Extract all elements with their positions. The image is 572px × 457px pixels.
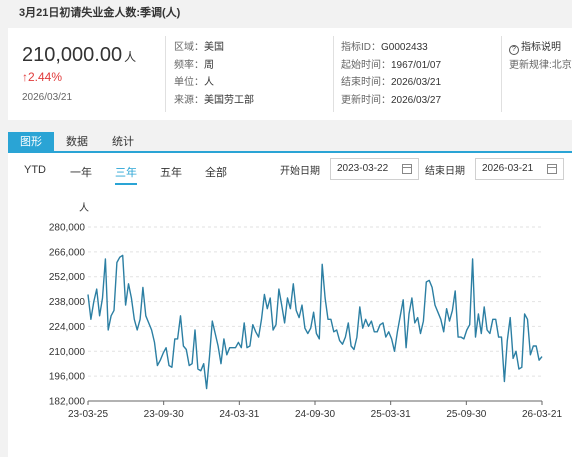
divider [333,36,334,112]
help-link[interactable]: ? 指标说明 [509,39,572,57]
meta-indicator-id: 指标ID：G0002433 [341,42,428,53]
x-tick-label: 23-09-30 [144,409,184,420]
x-tick-label: 23-03-25 [68,409,108,420]
y-tick-label: 252,000 [49,272,86,283]
x-tick-label: 25-03-31 [371,409,411,420]
summary-card: 210,000.00 人 ↑2.44% 2026/03/21 区域：美国 频率：周… [8,28,572,120]
meta-left: 区域：美国 频率：周 单位：人 来源：美国劳工部 [174,39,254,109]
meta-start-time: 起始时间：1967/01/07 [341,59,442,71]
question-icon: ? [509,45,519,55]
y-tick-label: 280,000 [49,223,86,234]
y-tick-label: 196,000 [49,372,86,383]
y-axis-unit-label: 人 [79,202,89,214]
latest-date: 2026/03/21 [22,92,73,103]
x-tick-label: 26-03-21 [522,409,562,420]
x-tick-label: 24-09-30 [295,409,335,420]
x-tick-label: 25-09-30 [446,409,486,420]
meta-region: 区域：美国 [174,42,224,53]
meta-help: ? 指标说明 更新规律:北京 [509,39,572,74]
change-percent: ↑2.44% [22,70,63,84]
y-tick-label: 182,000 [49,397,86,408]
latest-value: 210,000.00 人 [22,44,136,67]
divider [165,36,166,112]
page-title: 3月21日初请失业金人数:季调(人) [19,7,181,19]
y-tick-label: 238,000 [49,297,86,308]
latest-value-number: 210,000.00 [22,44,123,66]
series-line [87,254,543,390]
update-rule: 更新规律:北京 [509,59,572,71]
meta-frequency: 频率：周 [174,59,214,71]
y-tick-label: 210,000 [49,347,86,358]
meta-end-time: 结束时间：2026/03/21 [341,77,442,88]
x-tick-label: 24-03-31 [219,409,259,420]
meta-unit: 单位：人 [174,77,214,88]
line-chart: 人 182,000 196,000 210,000 224,000 238,000 252,… [49,202,563,420]
meta-update-time: 更新时间：2026/03/27 [341,94,442,106]
meta-source: 来源：美国劳工部 [174,94,254,106]
divider [501,36,502,112]
page-header: 3月21日初请失业金人数:季调(人) [0,0,572,22]
y-tick-label: 224,000 [49,322,86,333]
meta-right: 指标ID：G0002433 起始时间：1967/01/07 结束时间：2026/… [341,39,441,109]
chart-panel: 图形 数据 统计 YTD 一年 三年 五年 全部 开始日期 2023-03-22… [8,132,572,457]
y-tick-label: 266,000 [49,247,86,258]
latest-value-unit: 人 [124,50,137,64]
